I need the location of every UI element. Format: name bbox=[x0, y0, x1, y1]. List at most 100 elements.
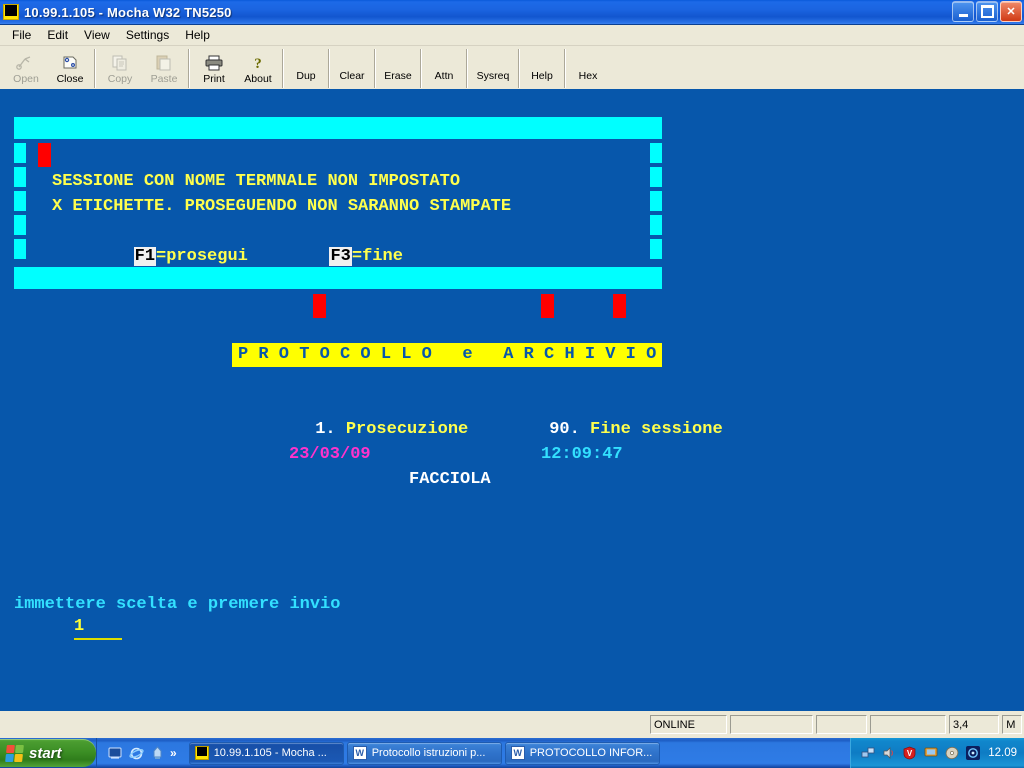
toolbar-help-button[interactable]: Help bbox=[522, 48, 562, 89]
f1-key-badge[interactable]: F1 bbox=[133, 247, 157, 266]
dialog-right-border-cell bbox=[650, 191, 662, 211]
dialog-line-1: SESSIONE CON NOME TERMNALE NON IMPOSTATO bbox=[52, 172, 461, 191]
task-button-word-1[interactable]: W Protocollo istruzioni p... bbox=[346, 741, 502, 765]
toolbar-divider-5 bbox=[374, 49, 376, 88]
word-icon: W bbox=[352, 746, 367, 760]
toolbar-paste-button[interactable]: Paste bbox=[142, 48, 186, 89]
svg-text:?: ? bbox=[254, 56, 262, 71]
window-controls: ✕ bbox=[952, 1, 1022, 22]
toolbar-sysreq-button[interactable]: Sysreq bbox=[470, 48, 516, 89]
menu-item-settings[interactable]: Settings bbox=[118, 26, 177, 44]
toolbar-sysreq-label: Sysreq bbox=[476, 69, 510, 82]
toolbar-attn-label: Attn bbox=[434, 69, 454, 82]
toolbar-print-label: Print bbox=[203, 73, 225, 85]
close-button[interactable]: ✕ bbox=[1000, 1, 1022, 22]
close-session-icon bbox=[60, 52, 80, 72]
toolbar-copy-label: Copy bbox=[107, 73, 133, 85]
title-bar: 10.99.1.105 - Mocha W32 TN5250 ✕ bbox=[0, 0, 1024, 25]
network-icon[interactable] bbox=[860, 746, 875, 761]
toolbar-about-button[interactable]: ? About bbox=[236, 48, 280, 89]
menu-item-help[interactable]: Help bbox=[177, 26, 218, 44]
dialog-right-border-cell bbox=[650, 143, 662, 163]
chevron-right-icon[interactable]: » bbox=[170, 746, 177, 760]
toolbar-divider-6 bbox=[420, 49, 422, 88]
menu-item-view[interactable]: View bbox=[76, 26, 118, 44]
antivirus-shield-icon[interactable]: V bbox=[902, 746, 917, 761]
toolbar-open-label: Open bbox=[13, 73, 39, 85]
attribute-marker bbox=[613, 294, 626, 318]
task-button-terminal-label: 10.99.1.105 - Mocha ... bbox=[213, 747, 327, 759]
menu-item-edit[interactable]: Edit bbox=[39, 26, 76, 44]
toolbar-attn-button[interactable]: Attn bbox=[424, 48, 464, 89]
attribute-marker bbox=[38, 143, 51, 167]
dialog-left-border-cell bbox=[14, 239, 26, 259]
toolbar-hex-button[interactable]: Hex bbox=[568, 48, 608, 89]
toolbar-dup-label: Dup bbox=[296, 69, 316, 82]
task-button-word-2-label: PROTOCOLLO INFOR... bbox=[529, 747, 653, 759]
toolbar-close-button[interactable]: Close bbox=[48, 48, 92, 89]
menu-item-file[interactable]: File bbox=[4, 26, 39, 44]
start-button-label: start bbox=[29, 744, 62, 762]
toolbar-print-button[interactable]: Print bbox=[192, 48, 236, 89]
volume-speaker-icon[interactable] bbox=[881, 746, 896, 761]
show-desktop-icon[interactable] bbox=[107, 745, 123, 761]
minimize-button[interactable] bbox=[952, 1, 974, 22]
toolbar-divider-2 bbox=[188, 49, 190, 88]
status-field-d bbox=[870, 715, 946, 734]
toolbar-hex-label: Hex bbox=[578, 69, 598, 82]
windows-taskbar: start » 10.99.1.105 - Mocha ... W Protoc… bbox=[0, 738, 1024, 768]
tray-clock[interactable]: 12.09 bbox=[988, 747, 1017, 759]
toolbar-help-label: Help bbox=[531, 69, 553, 82]
terminal-icon bbox=[3, 4, 19, 20]
task-button-word-2[interactable]: W PROTOCOLLO INFOR... bbox=[504, 741, 660, 765]
toolbar-about-label: About bbox=[244, 73, 272, 85]
open-folder-icon bbox=[16, 52, 36, 72]
copy-icon bbox=[110, 52, 130, 72]
toolbar-dup-button[interactable]: Dup bbox=[286, 48, 326, 89]
windows-media-icon[interactable] bbox=[149, 745, 165, 761]
toolbar-open-button[interactable]: Open bbox=[4, 48, 48, 89]
toolbar-clear-label: Clear bbox=[339, 69, 365, 82]
toolbar-clear-button[interactable]: Clear bbox=[332, 48, 372, 89]
toolbar-erase-button[interactable]: Erase bbox=[378, 48, 418, 89]
toolbar-close-label: Close bbox=[56, 73, 84, 85]
attribute-marker bbox=[541, 294, 554, 318]
f3-key-badge[interactable]: F3 bbox=[329, 247, 352, 266]
attribute-marker bbox=[313, 294, 326, 318]
terminal-screen[interactable]: SESSIONE CON NOME TERMNALE NON IMPOSTATO… bbox=[0, 91, 1024, 711]
task-button-terminal[interactable]: 10.99.1.105 - Mocha ... bbox=[188, 741, 344, 765]
window-title: 10.99.1.105 - Mocha W32 TN5250 bbox=[24, 4, 232, 20]
dialog-right-border-cell bbox=[650, 167, 662, 187]
disk-icon[interactable] bbox=[944, 746, 959, 761]
session-date: 23/03/09 bbox=[289, 445, 371, 464]
display-icon[interactable] bbox=[923, 746, 938, 761]
internet-explorer-icon[interactable] bbox=[128, 745, 144, 761]
status-cursor-position: 3,4 bbox=[948, 715, 1000, 734]
toolbar-paste-label: Paste bbox=[150, 73, 178, 85]
toolbar-copy-button[interactable]: Copy bbox=[98, 48, 142, 89]
screen-title-banner: P R O T O C O L L O e A R C H I V I O bbox=[232, 343, 663, 367]
task-button-word-1-label: Protocollo istruzioni p... bbox=[371, 747, 486, 759]
dialog-left-border-cell bbox=[14, 215, 26, 235]
question-mark-icon: ? bbox=[248, 52, 268, 72]
maximize-button[interactable] bbox=[976, 1, 998, 22]
dialog-function-keys: F1=prosegui F3=fine bbox=[52, 219, 403, 294]
dialog-right-border-cell bbox=[650, 215, 662, 235]
start-button[interactable]: start bbox=[0, 739, 96, 767]
status-connection: ONLINE bbox=[650, 715, 728, 734]
f1-key-label: =prosegui bbox=[156, 247, 248, 266]
task-button-list: 10.99.1.105 - Mocha ... W Protocollo ist… bbox=[181, 741, 851, 765]
choice-input-field[interactable]: 1 bbox=[74, 617, 122, 640]
mocha-tn5250-window: 10.99.1.105 - Mocha W32 TN5250 ✕ File Ed… bbox=[0, 0, 1024, 738]
paste-icon bbox=[154, 52, 174, 72]
menu-option-1-number: 1. bbox=[315, 420, 336, 439]
dialog-right-border-cell bbox=[650, 239, 662, 259]
menu-option-90-label: Fine sessione bbox=[590, 420, 723, 439]
dialog-left-border-cell bbox=[14, 167, 26, 187]
media-player-icon[interactable] bbox=[965, 746, 980, 761]
toolbar-divider-7 bbox=[466, 49, 468, 88]
toolbar-divider-9 bbox=[564, 49, 566, 88]
toolbar-divider-8 bbox=[518, 49, 520, 88]
input-prompt-label: immettere scelta e premere invio bbox=[14, 595, 341, 614]
quick-launch-bar: » bbox=[96, 738, 181, 768]
